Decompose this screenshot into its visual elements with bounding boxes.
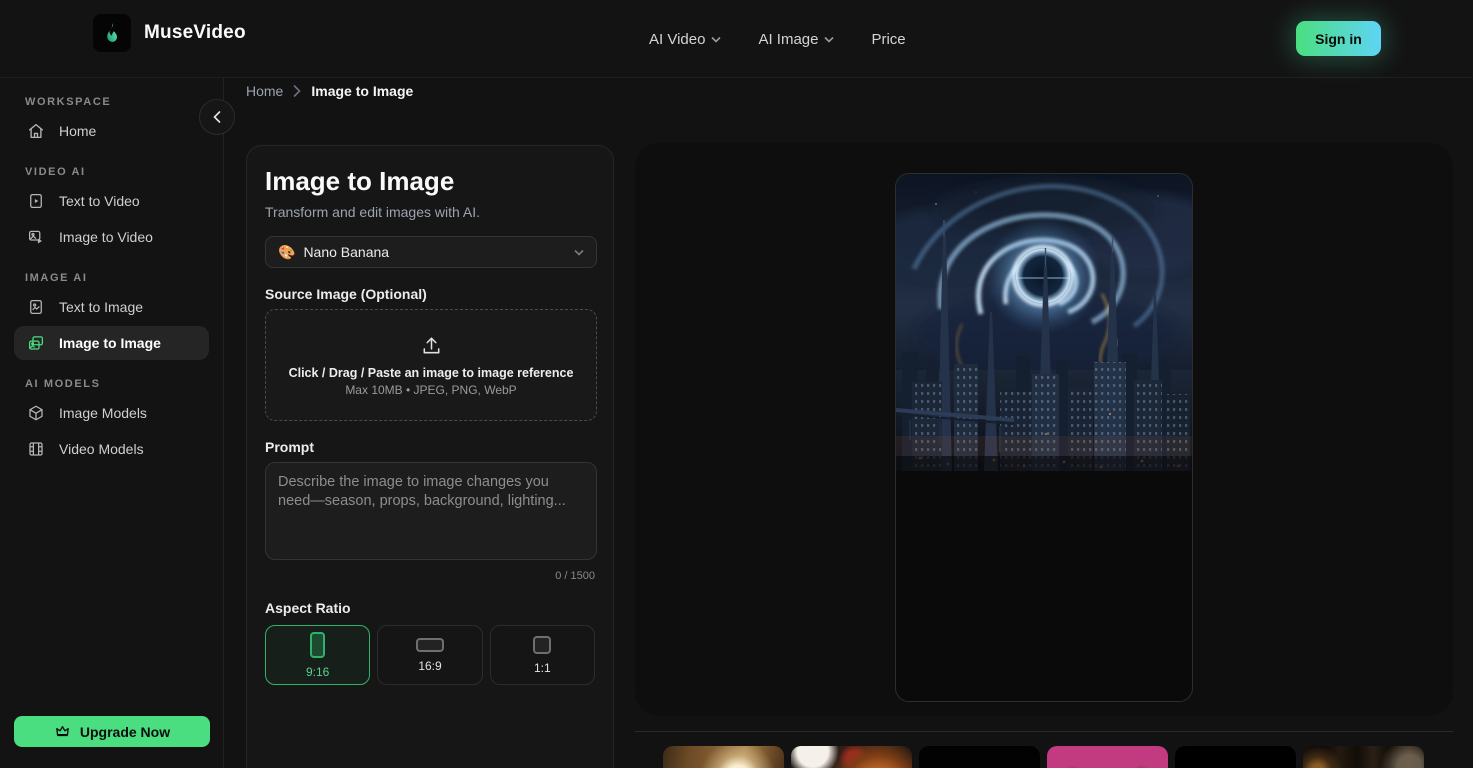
sidebar-item-label: Image to Image <box>59 335 161 351</box>
image-to-video-icon <box>27 228 45 246</box>
source-image-label: Source Image (Optional) <box>265 286 595 302</box>
sidebar-section-ai-models: AI MODELS <box>25 378 223 390</box>
film-icon <box>27 440 45 458</box>
nav-price[interactable]: Price <box>871 31 905 48</box>
aspect-ratio-16-9[interactable]: 16:9 <box>377 625 482 685</box>
sidebar-section-image-ai: IMAGE AI <box>25 272 223 284</box>
dropzone-instruction: Click / Drag / Paste an image to image r… <box>289 366 574 380</box>
upload-icon <box>420 334 443 357</box>
breadcrumb: Home Image to Image <box>246 83 413 99</box>
brand[interactable]: MuseVideo <box>93 14 246 52</box>
palette-emoji-icon: 🎨 <box>278 244 295 261</box>
nav-price-label: Price <box>871 31 905 48</box>
sidebar-item-label: Image Models <box>59 405 147 421</box>
text-to-image-icon <box>27 298 45 316</box>
page-title: Image to Image <box>265 166 595 197</box>
breadcrumb-current: Image to Image <box>311 83 413 99</box>
page-subtitle: Transform and edit images with AI. <box>265 204 595 220</box>
portrait-ratio-icon <box>310 632 325 658</box>
upgrade-label: Upgrade Now <box>80 724 170 740</box>
sidebar-collapse-button[interactable] <box>199 99 235 135</box>
dropzone-constraints: Max 10MB • JPEG, PNG, WebP <box>345 383 516 397</box>
thumbnail-blank-dark[interactable] <box>919 746 1040 768</box>
upgrade-now-button[interactable]: Upgrade Now <box>14 716 210 747</box>
square-ratio-icon <box>533 636 551 654</box>
character-counter: 0 / 1500 <box>265 570 595 582</box>
sidebar-item-label: Home <box>59 123 96 139</box>
landscape-ratio-icon <box>416 638 444 652</box>
top-navbar: MuseVideo AI Video AI Image Price Sign i… <box>0 0 1473 78</box>
nav-ai-video-label: AI Video <box>649 31 705 48</box>
nav-ai-image-label: AI Image <box>758 31 818 48</box>
aspect-ratio-options: 9:16 16:9 1:1 <box>265 625 595 685</box>
chevron-down-icon <box>824 36 834 43</box>
prompt-input[interactable] <box>265 462 597 560</box>
home-icon <box>27 122 45 140</box>
nav-ai-video[interactable]: AI Video <box>649 31 721 48</box>
chevron-right-icon <box>293 85 301 97</box>
breadcrumb-home[interactable]: Home <box>246 83 283 99</box>
thumbnail-dark-room[interactable] <box>1303 746 1424 768</box>
aspect-ratio-1-1[interactable]: 1:1 <box>490 625 595 685</box>
thumbnail-roast-dinner[interactable] <box>791 746 912 768</box>
sidebar: WORKSPACE Home VIDEO AI Text to Video Im… <box>0 78 224 768</box>
thumbnail-smiling-woman[interactable] <box>1047 746 1168 768</box>
generation-form-card: Image to Image Transform and edit images… <box>246 145 614 768</box>
ratio-label: 16:9 <box>418 659 441 673</box>
model-select[interactable]: 🎨 Nano Banana <box>265 236 597 268</box>
image-to-image-icon <box>27 334 45 352</box>
nav-ai-image[interactable]: AI Image <box>758 31 834 48</box>
text-to-video-icon <box>27 192 45 210</box>
sidebar-item-label: Text to Video <box>59 193 140 209</box>
preview-card <box>895 173 1193 702</box>
ratio-label: 1:1 <box>534 661 551 675</box>
sidebar-item-label: Video Models <box>59 441 144 457</box>
divider <box>635 731 1453 732</box>
sidebar-item-label: Image to Video <box>59 229 153 245</box>
sign-in-button[interactable]: Sign in <box>1296 21 1381 56</box>
sidebar-item-home[interactable]: Home <box>14 114 209 148</box>
sidebar-section-video-ai: VIDEO AI <box>25 166 223 178</box>
sidebar-item-video-models[interactable]: Video Models <box>14 432 209 466</box>
preview-image <box>896 174 1193 471</box>
image-upload-dropzone[interactable]: Click / Drag / Paste an image to image r… <box>265 309 597 421</box>
sidebar-item-label: Text to Image <box>59 299 143 315</box>
chevron-down-icon <box>711 36 721 43</box>
sidebar-section-workspace: WORKSPACE <box>25 96 223 108</box>
output-panel <box>635 143 1453 716</box>
brand-name: MuseVideo <box>144 22 246 44</box>
sidebar-item-text-to-image[interactable]: Text to Image <box>14 290 209 324</box>
chevron-down-icon <box>574 249 584 256</box>
sidebar-item-text-to-video[interactable]: Text to Video <box>14 184 209 218</box>
cube-icon <box>27 404 45 422</box>
prompt-label: Prompt <box>265 439 595 455</box>
aspect-ratio-label: Aspect Ratio <box>265 600 595 616</box>
logo-flame-icon <box>93 14 131 52</box>
main-nav: AI Video AI Image Price <box>649 0 906 78</box>
sidebar-item-image-models[interactable]: Image Models <box>14 396 209 430</box>
page: MuseVideo AI Video AI Image Price Sign i… <box>0 0 1473 768</box>
aspect-ratio-9-16[interactable]: 9:16 <box>265 625 370 685</box>
thumbnail-glass-skyscrapers[interactable] <box>1175 746 1296 768</box>
model-select-value: Nano Banana <box>303 244 389 260</box>
chevron-left-icon <box>213 111 221 123</box>
sidebar-item-image-to-image[interactable]: Image to Image <box>14 326 209 360</box>
sidebar-item-image-to-video[interactable]: Image to Video <box>14 220 209 254</box>
ratio-label: 9:16 <box>306 665 329 679</box>
crown-icon <box>54 723 71 740</box>
example-thumbnail-strip <box>663 746 1424 768</box>
thumbnail-warm-interior[interactable] <box>663 746 784 768</box>
